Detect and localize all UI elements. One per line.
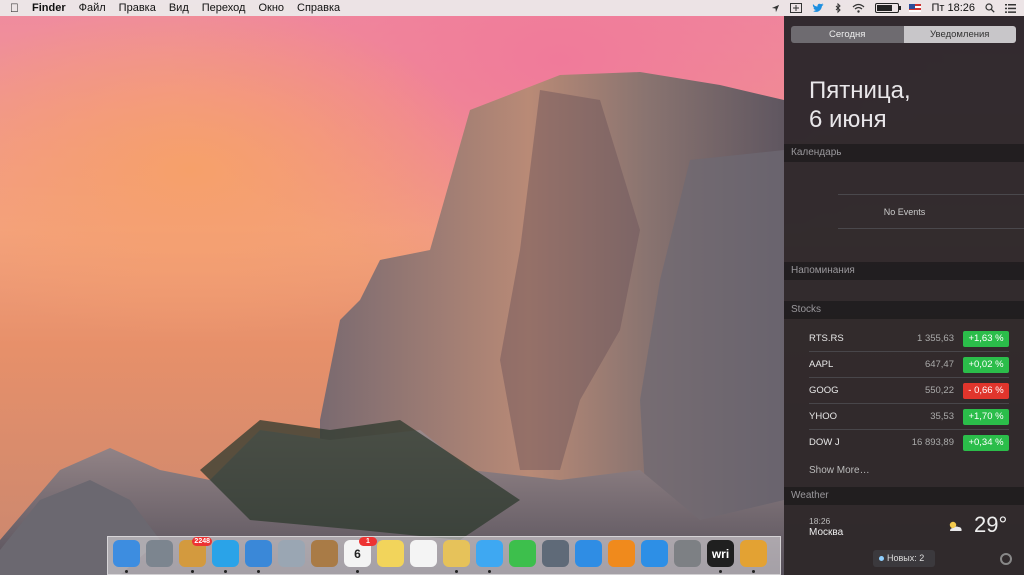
- calendar-header[interactable]: Календарь: [784, 144, 1024, 162]
- stock-change[interactable]: +0,34 %: [963, 435, 1009, 451]
- menu-app-name[interactable]: Finder: [32, 0, 66, 16]
- dock-running-indicator: [356, 570, 359, 573]
- gear-icon[interactable]: [1000, 553, 1012, 565]
- dock-running-indicator: [125, 570, 128, 573]
- stock-price: 16 893,89: [911, 437, 954, 448]
- menu-view[interactable]: Вид: [169, 0, 189, 16]
- dock-icon-label: wri: [711, 546, 730, 561]
- menu-go[interactable]: Переход: [202, 0, 246, 16]
- stock-row[interactable]: RTS.RS 1 355,63 +1,63 %: [809, 326, 1009, 352]
- dock-archive-icon[interactable]: 2248: [179, 537, 212, 567]
- stocks-header[interactable]: Stocks: [784, 301, 1024, 319]
- dock-writer-icon[interactable]: wri: [707, 540, 734, 567]
- dock: 2248 6 1 wri: [107, 536, 781, 575]
- dock-image-capture-icon[interactable]: [542, 540, 569, 567]
- dock-itunes-icon[interactable]: [575, 540, 602, 567]
- menu-window[interactable]: Окно: [258, 0, 284, 16]
- wifi-icon[interactable]: [852, 0, 865, 16]
- menu-help[interactable]: Справка: [297, 0, 340, 16]
- stock-row[interactable]: YHOO 35,53 +1,70 %: [809, 404, 1009, 430]
- tab-today[interactable]: Сегодня: [791, 26, 904, 43]
- stock-row[interactable]: GOOG 550,22 - 0,66 %: [809, 378, 1009, 404]
- dock-safari-icon[interactable]: [245, 540, 272, 567]
- stock-symbol: AAPL: [809, 359, 834, 370]
- stock-price: 35,53: [930, 411, 954, 422]
- list-icon[interactable]: [1005, 0, 1016, 16]
- dock-pixelmator-icon[interactable]: [740, 540, 767, 567]
- dock-system-preferences-icon[interactable]: [674, 540, 701, 567]
- dock-running-indicator: [257, 570, 260, 573]
- twitter-icon[interactable]: [812, 0, 825, 16]
- today-date: Пятница, 6 июня: [809, 76, 911, 134]
- new-notifications-badge[interactable]: Новых: 2: [873, 550, 935, 567]
- dock-badge: 2248: [192, 537, 212, 546]
- dock-messages-icon[interactable]: [476, 540, 503, 567]
- battery-icon[interactable]: [875, 0, 902, 16]
- weather-time: 18:26: [809, 516, 831, 526]
- dock-finder-icon[interactable]: [113, 540, 140, 567]
- bluetooth-icon[interactable]: [835, 0, 842, 16]
- stock-symbol: DOW J: [809, 437, 840, 448]
- nc-tabs: Сегодня Уведомления: [791, 26, 1016, 43]
- dock-icon-label: 6: [354, 546, 361, 561]
- calendar-no-events: No Events: [883, 207, 926, 217]
- dock-running-indicator: [752, 570, 755, 573]
- stocks-show-more[interactable]: Show More…: [809, 465, 870, 476]
- menu-file[interactable]: Файл: [79, 0, 106, 16]
- menu-edit[interactable]: Правка: [119, 0, 156, 16]
- dock-notes-icon[interactable]: [377, 540, 404, 567]
- weather-header[interactable]: Weather: [784, 487, 1024, 505]
- reminders-header[interactable]: Напоминания: [784, 262, 1024, 280]
- stock-change[interactable]: - 0,66 %: [963, 383, 1009, 399]
- dock-reminders-icon[interactable]: [410, 540, 437, 567]
- stock-price: 647,47: [924, 359, 954, 370]
- dock-badge: 1: [359, 537, 377, 546]
- stock-change[interactable]: +0,02 %: [963, 357, 1009, 373]
- stock-row[interactable]: DOW J 16 893,89 +0,34 %: [809, 430, 1009, 456]
- weather-temperature: 29°: [974, 512, 1008, 537]
- location-icon[interactable]: [771, 0, 780, 16]
- stock-change[interactable]: +1,70 %: [963, 409, 1009, 425]
- dock-launchpad-icon[interactable]: [146, 540, 173, 567]
- date-weekday: Пятница,: [809, 77, 911, 104]
- wallpaper-mountain: [0, 72, 784, 575]
- stock-row[interactable]: AAPL 647,47 +0,02 %: [809, 352, 1009, 378]
- stock-price: 1 355,63: [917, 333, 954, 344]
- menu-bar:  Finder Файл Правка Вид Переход Окно Сп…: [0, 0, 1024, 16]
- stock-symbol: GOOG: [809, 385, 839, 396]
- dock-app-store-icon[interactable]: [641, 540, 668, 567]
- dock-running-indicator: [719, 570, 722, 573]
- flag-icon[interactable]: [909, 0, 922, 16]
- dock-facetime-icon[interactable]: [509, 540, 536, 567]
- dock-photos-icon[interactable]: [443, 540, 470, 567]
- dock-ibooks-icon[interactable]: [608, 540, 635, 567]
- apple-icon[interactable]: : [10, 0, 19, 16]
- search-icon[interactable]: [985, 0, 995, 16]
- dock-running-indicator: [455, 570, 458, 573]
- fork-icon[interactable]: [790, 0, 803, 16]
- dock-running-indicator: [224, 570, 227, 573]
- dock-twitter-icon[interactable]: [212, 540, 239, 567]
- calendar-divider: [838, 194, 1024, 195]
- tab-notifications[interactable]: Уведомления: [903, 26, 1016, 43]
- dock-running-indicator: [488, 570, 491, 573]
- stock-symbol: YHOO: [809, 411, 837, 422]
- stock-price: 550,22: [924, 385, 954, 396]
- dock-contacts-icon[interactable]: [311, 540, 338, 567]
- dock-preview-icon[interactable]: [278, 540, 305, 567]
- notification-center: Сегодня Уведомления Пятница, 6 июня Кале…: [784, 16, 1024, 575]
- weather-city: Москва: [809, 527, 844, 538]
- stock-change[interactable]: +1,63 %: [963, 331, 1009, 347]
- menu-clock[interactable]: Пт 18:26: [931, 0, 975, 16]
- dock-running-indicator: [191, 570, 194, 573]
- calendar-divider: [838, 228, 1024, 229]
- partly-cloudy-icon: [949, 521, 962, 531]
- dock-calendar-icon[interactable]: 61: [344, 537, 377, 567]
- date-day: 6 июня: [809, 106, 887, 133]
- stock-symbol: RTS.RS: [809, 333, 844, 344]
